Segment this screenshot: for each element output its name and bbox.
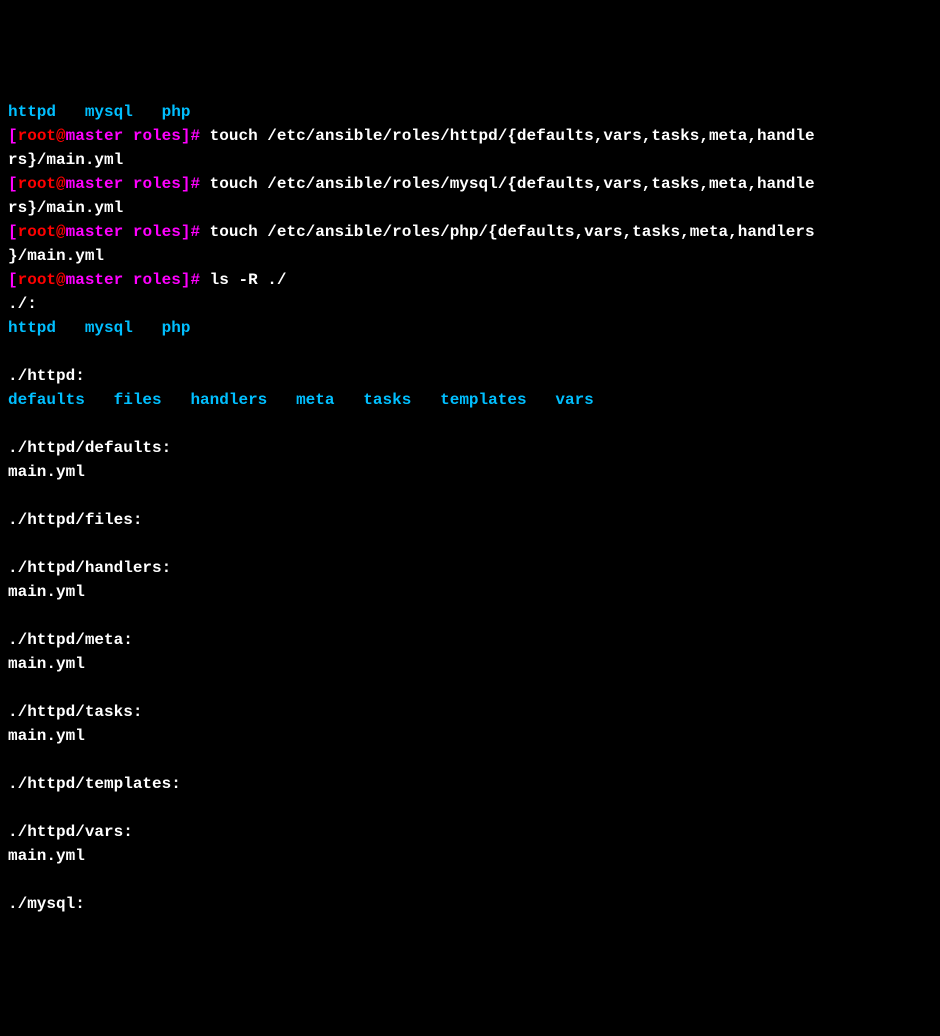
command-line-4: [root@master roles]# ls -R ./ <box>8 268 932 292</box>
ls-httpd-files-header: ./httpd/files: <box>8 508 932 532</box>
dir-handlers: handlers <box>190 391 267 409</box>
prompt-host: master <box>66 223 124 241</box>
command-touch-2b: rs}/main.yml <box>8 196 932 220</box>
blank-line <box>8 484 932 508</box>
prompt-hash: # <box>190 223 200 241</box>
command-line-1: [root@master roles]# touch /etc/ansible/… <box>8 124 932 148</box>
blank-line <box>8 412 932 436</box>
command-line-2: [root@master roles]# touch /etc/ansible/… <box>8 172 932 196</box>
prompt-at: @ <box>56 127 66 145</box>
command-touch-1b: rs}/main.yml <box>8 148 932 172</box>
dir-templates: templates <box>440 391 526 409</box>
prompt-bracket-open: [ <box>8 223 18 241</box>
prompt-user: root <box>18 127 56 145</box>
prompt-hash: # <box>190 175 200 193</box>
ls-mysql-header: ./mysql: <box>8 892 932 916</box>
dir-files: files <box>114 391 162 409</box>
blank-line <box>8 676 932 700</box>
prompt-hash: # <box>190 271 200 289</box>
prompt-bracket-open: [ <box>8 271 18 289</box>
prompt-host: master <box>66 127 124 145</box>
command-touch-3b: }/main.yml <box>8 244 932 268</box>
command-line-3: [root@master roles]# touch /etc/ansible/… <box>8 220 932 244</box>
ls-httpd-tasks-header: ./httpd/tasks: <box>8 700 932 724</box>
prompt-bracket-close: ] <box>181 271 191 289</box>
top-dir-mysql: mysql <box>85 103 133 121</box>
dir-meta: meta <box>296 391 334 409</box>
prompt-path: roles <box>123 223 181 241</box>
top-dir-line: httpd mysql php <box>8 100 932 124</box>
dir-tasks: tasks <box>363 391 411 409</box>
prompt-host: master <box>66 175 124 193</box>
prompt-bracket-open: [ <box>8 127 18 145</box>
prompt-bracket-close: ] <box>181 223 191 241</box>
top-dir-php: php <box>162 103 191 121</box>
prompt-bracket-close: ] <box>181 175 191 193</box>
blank-line <box>8 748 932 772</box>
ls-httpd-dirs: defaults files handlers meta tasks templ… <box>8 388 932 412</box>
ls-root-dirs: httpd mysql php <box>8 316 932 340</box>
dir-httpd: httpd <box>8 319 56 337</box>
prompt-path: roles <box>123 175 181 193</box>
prompt-hash: # <box>190 127 200 145</box>
blank-line <box>8 532 932 556</box>
prompt-at: @ <box>56 175 66 193</box>
prompt-user: root <box>18 223 56 241</box>
file-main-yml: main.yml <box>8 652 932 676</box>
command-touch-3a: touch /etc/ansible/roles/php/{defaults,v… <box>200 223 815 241</box>
dir-vars: vars <box>555 391 593 409</box>
file-main-yml: main.yml <box>8 580 932 604</box>
ls-root-header: ./: <box>8 292 932 316</box>
blank-line <box>8 868 932 892</box>
dir-defaults: defaults <box>8 391 85 409</box>
command-touch-1a: touch /etc/ansible/roles/httpd/{defaults… <box>200 127 815 145</box>
top-dir-httpd: httpd <box>8 103 56 121</box>
dir-mysql: mysql <box>85 319 133 337</box>
blank-line <box>8 340 932 364</box>
prompt-user: root <box>18 175 56 193</box>
prompt-path: roles <box>123 271 181 289</box>
prompt-bracket-close: ] <box>181 127 191 145</box>
blank-line <box>8 796 932 820</box>
ls-httpd-vars-header: ./httpd/vars: <box>8 820 932 844</box>
blank-line <box>8 604 932 628</box>
ls-httpd-defaults-header: ./httpd/defaults: <box>8 436 932 460</box>
prompt-bracket-open: [ <box>8 175 18 193</box>
terminal-output[interactable]: httpd mysql php[root@master roles]# touc… <box>8 100 932 916</box>
prompt-host: master <box>66 271 124 289</box>
prompt-path: roles <box>123 127 181 145</box>
dir-php: php <box>162 319 191 337</box>
prompt-at: @ <box>56 223 66 241</box>
file-main-yml: main.yml <box>8 460 932 484</box>
prompt-user: root <box>18 271 56 289</box>
ls-httpd-header: ./httpd: <box>8 364 932 388</box>
file-main-yml: main.yml <box>8 724 932 748</box>
ls-httpd-handlers-header: ./httpd/handlers: <box>8 556 932 580</box>
ls-httpd-meta-header: ./httpd/meta: <box>8 628 932 652</box>
prompt-at: @ <box>56 271 66 289</box>
command-touch-2a: touch /etc/ansible/roles/mysql/{defaults… <box>200 175 815 193</box>
command-ls: ls -R ./ <box>200 271 286 289</box>
file-main-yml: main.yml <box>8 844 932 868</box>
